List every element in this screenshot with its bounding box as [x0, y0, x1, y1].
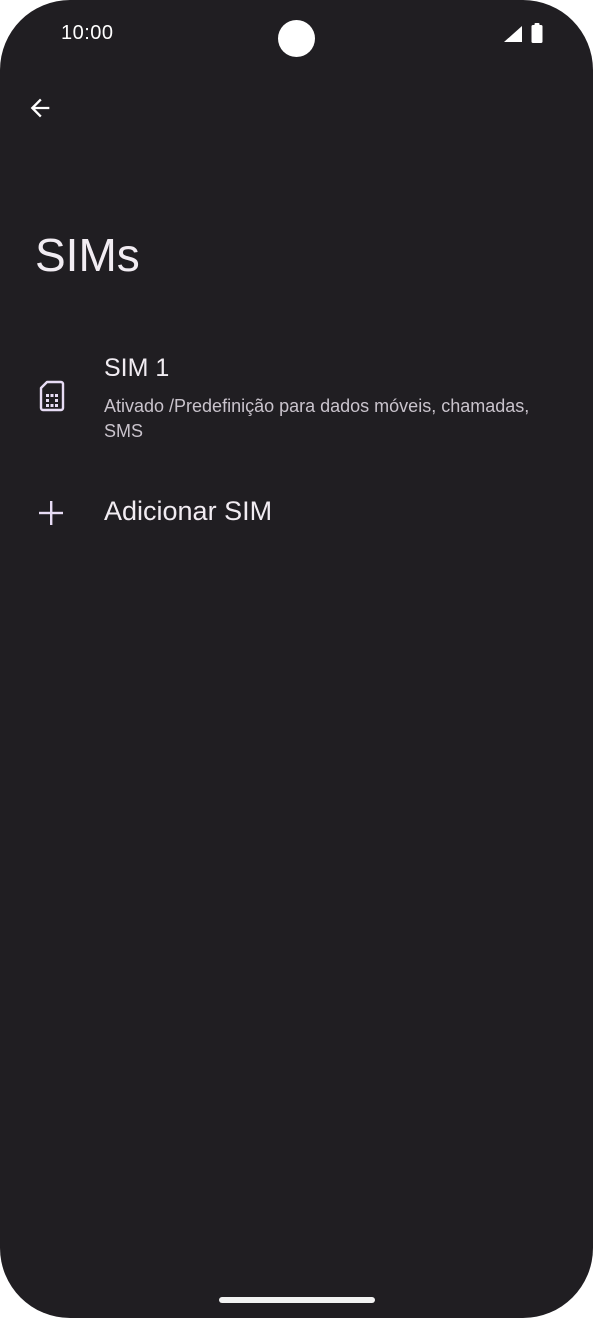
- sim-card-icon: [39, 380, 65, 412]
- add-sim-button[interactable]: Adicionar SIM: [0, 480, 593, 546]
- status-clock: 10:00: [61, 22, 114, 44]
- camera-cutout: [278, 20, 315, 57]
- add-sim-label: Adicionar SIM: [104, 496, 273, 526]
- sim-item-title: SIM 1: [104, 354, 170, 382]
- signal-icon: [504, 26, 522, 42]
- settings-screen: 10:00 SIMs SIM 1 Ativado /Predefinição p…: [0, 0, 593, 1318]
- page-title: SIMs: [35, 229, 140, 281]
- home-indicator[interactable]: [219, 1297, 375, 1303]
- status-bar: 10:00: [0, 0, 593, 70]
- battery-icon: [531, 23, 543, 43]
- back-button[interactable]: [16, 84, 64, 132]
- plus-icon: [39, 501, 63, 525]
- back-arrow-icon: [30, 98, 50, 118]
- sim-list-item[interactable]: SIM 1 Ativado /Predefinição para dados m…: [0, 340, 593, 460]
- sim-item-summary: Ativado /Predefinição para dados móveis,…: [104, 396, 530, 441]
